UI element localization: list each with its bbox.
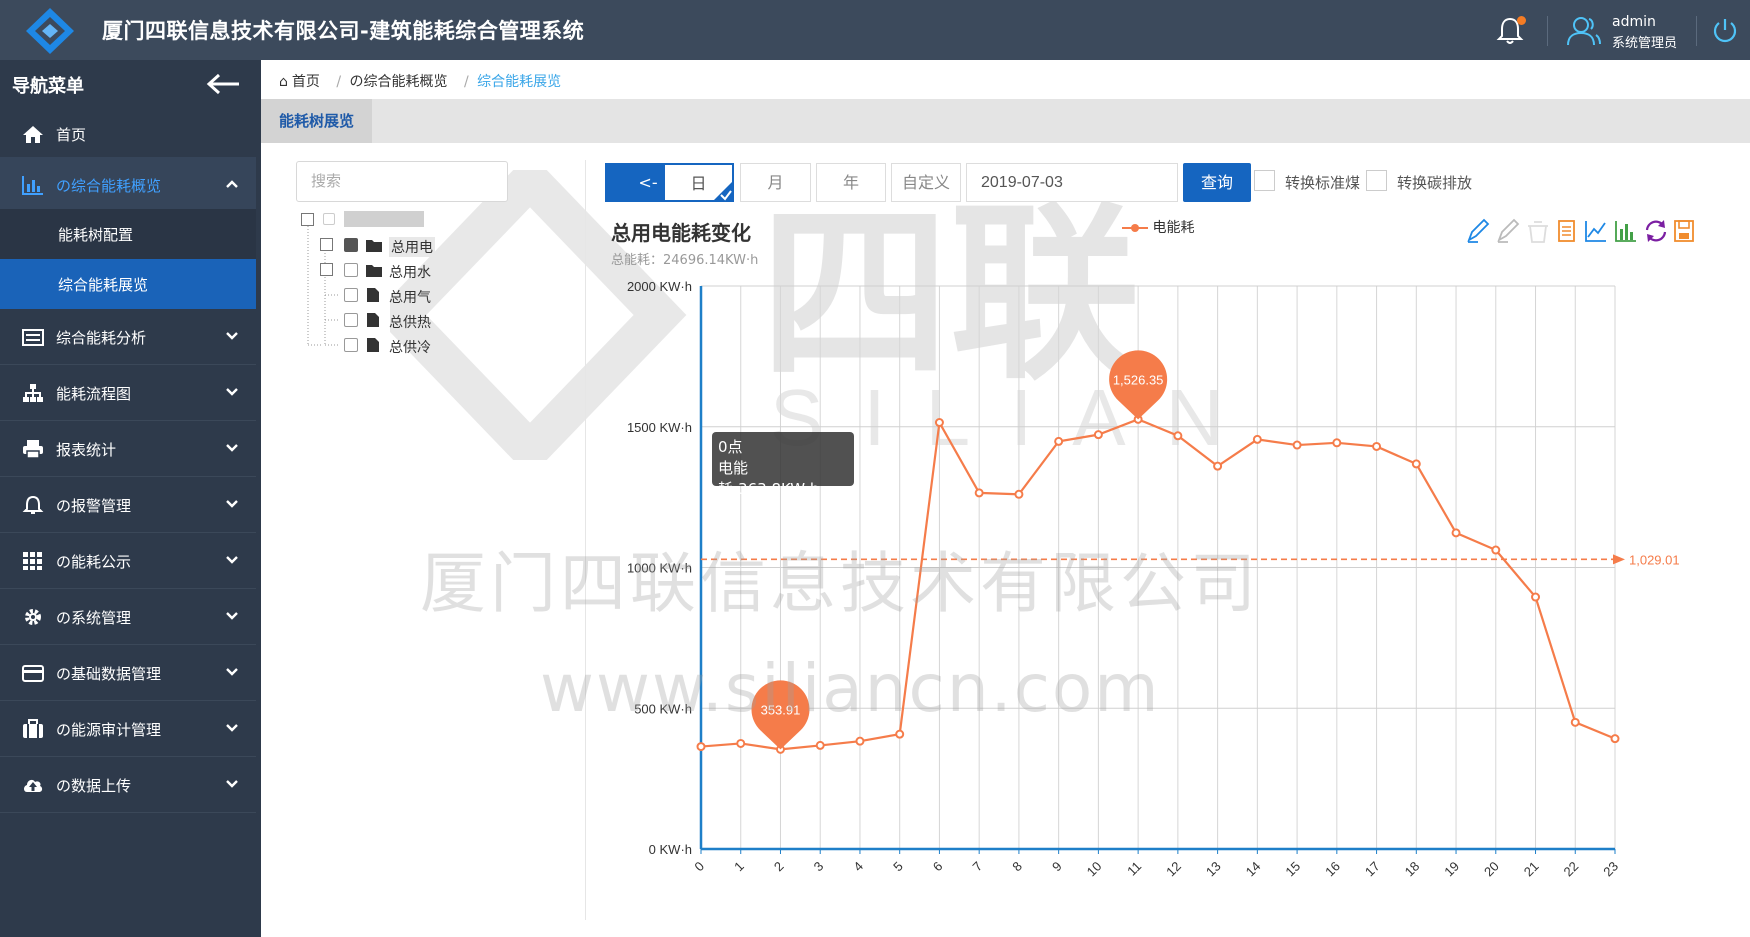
x-tick-label: 3 <box>811 859 827 875</box>
average-line-arrow <box>1613 554 1625 565</box>
data-point <box>1332 438 1342 448</box>
chart-tooltip: 0点 电能耗:363.8KW·h <box>712 432 854 498</box>
y-tick-label: 0 KW·h <box>649 842 692 857</box>
data-point <box>696 742 706 752</box>
data-point <box>1054 436 1064 446</box>
x-tick-label: 20 <box>1481 859 1502 880</box>
x-tick-label: 8 <box>1009 859 1025 875</box>
x-tick-label: 23 <box>1600 859 1621 880</box>
x-tick-label: 18 <box>1402 859 1423 880</box>
data-point <box>1014 489 1024 499</box>
x-tick-label: 21 <box>1521 859 1542 880</box>
x-tick-label: 11 <box>1124 859 1144 879</box>
max-marker-label: 1,526.35 <box>1113 372 1164 387</box>
data-point <box>815 740 825 750</box>
data-point <box>1173 431 1183 441</box>
data-point <box>1451 528 1461 538</box>
x-tick-label: 15 <box>1282 859 1303 880</box>
data-point <box>1531 592 1541 602</box>
data-point <box>1213 461 1223 471</box>
x-tick-label: 22 <box>1561 859 1582 880</box>
x-tick-label: 16 <box>1322 859 1343 880</box>
watermark-company: 厦门四联信息技术有限公司 <box>420 545 1260 622</box>
data-point <box>895 729 905 739</box>
data-point <box>1292 440 1302 450</box>
x-tick-label: 7 <box>970 859 986 875</box>
x-tick-label: 9 <box>1049 859 1065 875</box>
data-point <box>934 418 944 428</box>
x-tick-label: 2 <box>771 859 787 875</box>
y-tick-label: 1500 KW·h <box>627 420 692 435</box>
data-point <box>855 736 865 746</box>
x-tick-label: 10 <box>1084 859 1105 880</box>
x-tick-label: 19 <box>1441 859 1462 880</box>
x-tick-label: 6 <box>930 859 946 875</box>
tooltip-line-2: 电能耗:363.8KW·h <box>718 459 820 498</box>
line-chart: 0 KW·h500 KW·h1000 KW·h1500 KW·h2000 KW·… <box>627 279 1680 880</box>
x-tick-label: 4 <box>850 859 866 875</box>
tooltip-line-1: 0点 <box>718 438 743 456</box>
data-point <box>1093 430 1103 440</box>
x-tick-label: 14 <box>1243 859 1264 880</box>
data-point <box>1252 434 1262 444</box>
data-point <box>974 488 984 498</box>
data-point <box>1372 441 1382 451</box>
x-tick-label: 1 <box>731 859 747 875</box>
watermark-url: www.siliancn.com <box>540 650 1161 727</box>
x-tick-label: 12 <box>1163 859 1184 880</box>
data-point <box>1491 545 1501 555</box>
x-tick-label: 17 <box>1362 859 1383 880</box>
data-point <box>736 738 746 748</box>
average-line-label: 1,029.01 <box>1629 552 1680 567</box>
x-tick-label: 5 <box>890 859 906 875</box>
data-point <box>1570 717 1580 727</box>
data-point <box>1411 459 1421 469</box>
x-tick-label: 13 <box>1203 859 1224 880</box>
data-point <box>1610 734 1620 744</box>
x-tick-label: 0 <box>691 859 707 875</box>
y-tick-label: 2000 KW·h <box>627 279 692 294</box>
